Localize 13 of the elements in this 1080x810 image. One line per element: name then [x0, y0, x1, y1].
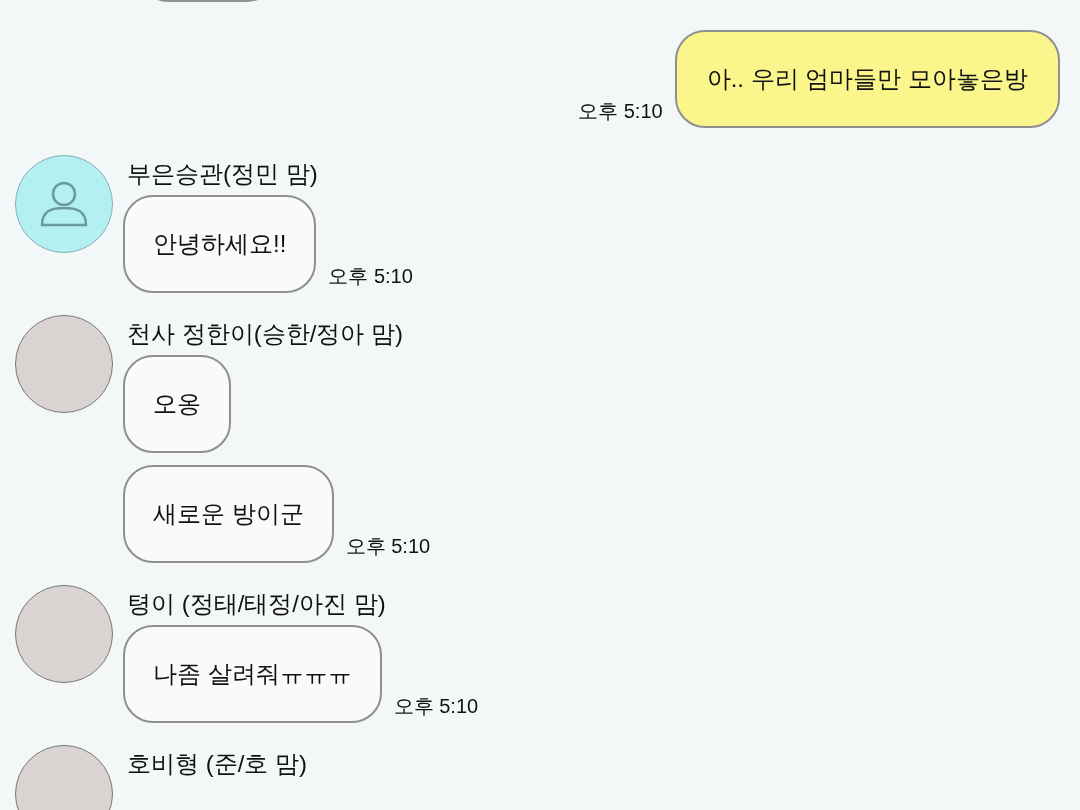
sender-name: 부은승관(정민 맘) [127, 159, 319, 189]
message-bubble: 오옹 [123, 355, 231, 453]
message-bubble: 새로운 방이군 [123, 465, 334, 563]
message-time: 오후 5:10 [345, 534, 431, 559]
sender-name: 텽이 (정태/태정/아진 맘) [127, 589, 387, 619]
sender-name: 천사 정한이(승한/정아 맘) [127, 319, 404, 349]
message-time: 오후 5:10 [393, 694, 479, 719]
message-bubble: 아.. 우리 엄마들만 모아놓은방 [674, 30, 1060, 128]
message-time: 오후 5:10 [328, 264, 413, 289]
message-time: 오후 5:10 [578, 99, 663, 124]
message-bubble: 안녕하세요!! [123, 195, 317, 293]
message-bubble: 나좀 살려줘ㅠㅠㅠ [123, 625, 382, 723]
sender-name: 호비형 (준/호 맘) [127, 749, 307, 779]
